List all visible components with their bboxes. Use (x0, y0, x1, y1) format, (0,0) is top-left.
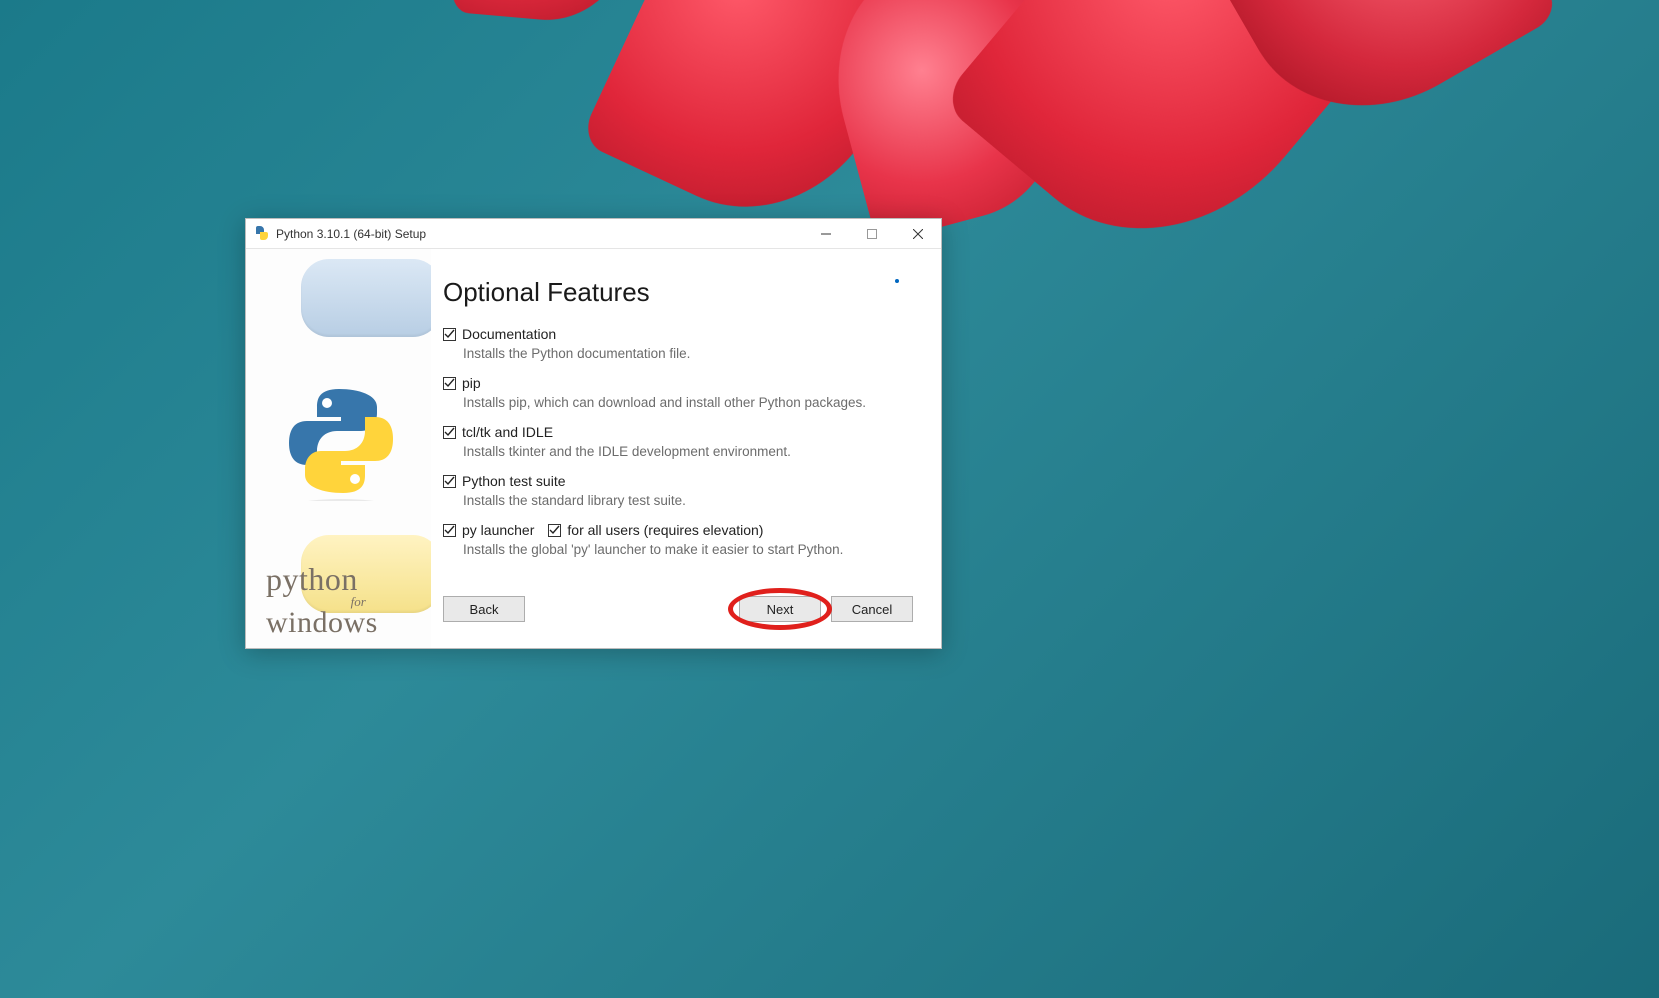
maximize-button[interactable] (849, 219, 895, 248)
back-button[interactable]: Back (443, 596, 525, 622)
checkbox-pip[interactable] (443, 377, 456, 390)
activity-indicator (895, 279, 899, 283)
checkbox-for-all-users[interactable] (548, 524, 561, 537)
feature-label: tcl/tk and IDLE (462, 424, 553, 440)
feature-label: Python test suite (462, 473, 566, 489)
feature-desc: Installs the Python documentation file. (463, 346, 913, 361)
feature-tcltk-idle: tcl/tk and IDLE Installs tkinter and the… (443, 424, 913, 459)
brand-line3: windows (266, 608, 378, 638)
python-logo (281, 381, 401, 501)
feature-label: py launcher (462, 522, 534, 538)
flower-petal (451, 0, 649, 27)
window-title: Python 3.10.1 (64-bit) Setup (276, 227, 803, 241)
checkbox-documentation[interactable] (443, 328, 456, 341)
feature-desc: Installs the global 'py' launcher to mak… (463, 542, 913, 557)
checkbox-tcltk-idle[interactable] (443, 426, 456, 439)
titlebar[interactable]: Python 3.10.1 (64-bit) Setup (246, 219, 941, 249)
brand-text: python for windows (266, 563, 378, 638)
sidebar: python for windows (246, 249, 431, 648)
feature-documentation: Documentation Installs the Python docume… (443, 326, 913, 361)
installer-window: Python 3.10.1 (64-bit) Setup (245, 218, 942, 649)
checkbox-py-launcher[interactable] (443, 524, 456, 537)
feature-py-launcher: py launcher for all users (requires elev… (443, 522, 913, 557)
feature-label: for all users (requires elevation) (567, 522, 763, 538)
page-heading: Optional Features (443, 277, 913, 308)
button-row: Back Next Cancel (443, 596, 913, 636)
brand-line1: python (266, 563, 378, 595)
feature-label: pip (462, 375, 481, 391)
feature-pip: pip Installs pip, which can download and… (443, 375, 913, 410)
minimize-button[interactable] (803, 219, 849, 248)
feature-desc: Installs tkinter and the IDLE developmen… (463, 444, 913, 459)
feature-desc: Installs the standard library test suite… (463, 493, 913, 508)
checkbox-test-suite[interactable] (443, 475, 456, 488)
close-button[interactable] (895, 219, 941, 248)
feature-label: Documentation (462, 326, 556, 342)
main-panel: Optional Features Documentation Installs… (431, 249, 941, 648)
next-button[interactable]: Next (739, 596, 821, 622)
feature-test-suite: Python test suite Installs the standard … (443, 473, 913, 508)
cancel-button[interactable]: Cancel (831, 596, 913, 622)
feature-desc: Installs pip, which can download and ins… (463, 395, 913, 410)
decorative-shape (301, 259, 431, 337)
window-controls (803, 219, 941, 248)
python-icon (254, 226, 270, 242)
